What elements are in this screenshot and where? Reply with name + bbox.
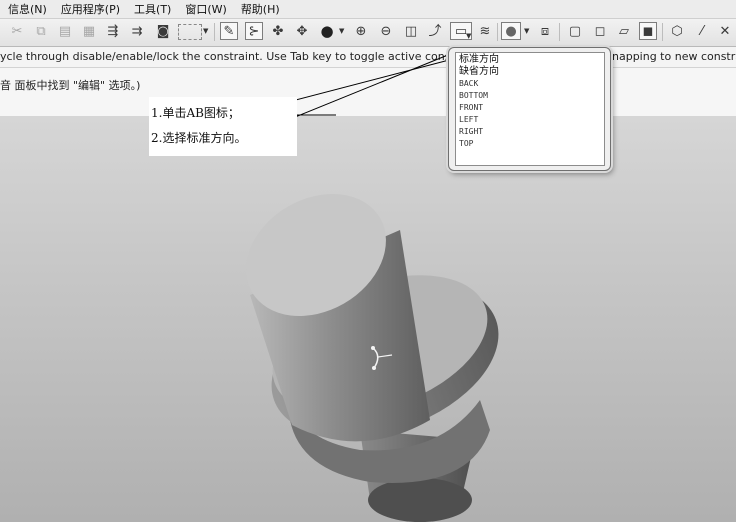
callout-step-1: 1.单击AB图标； [151,106,240,120]
callout-step-2: 2.选择标准方向。 [151,131,247,145]
orientation-option-back[interactable]: BACK [459,78,601,90]
orientation-option-front[interactable]: FRONT [459,102,601,114]
orientation-list: 标准方向 缺省方向 BACK BOTTOM FRONT LEFT RIGHT T… [455,52,605,166]
instruction-callout: 1.单击AB图标； 2.选择标准方向。 [149,97,297,156]
orientation-option-bottom[interactable]: BOTTOM [459,90,601,102]
cylinder-body [246,194,430,442]
saved-orientation-popup: 标准方向 缺省方向 BACK BOTTOM FRONT LEFT RIGHT T… [448,47,611,171]
orientation-option-left[interactable]: LEFT [459,114,601,126]
orientation-option-default[interactable]: 缺省方向 [459,66,601,78]
orientation-option-standard[interactable]: 标准方向 [459,54,601,66]
model-graphic [237,45,499,522]
orientation-option-right[interactable]: RIGHT [459,126,601,138]
orientation-option-top[interactable]: TOP [459,138,601,150]
